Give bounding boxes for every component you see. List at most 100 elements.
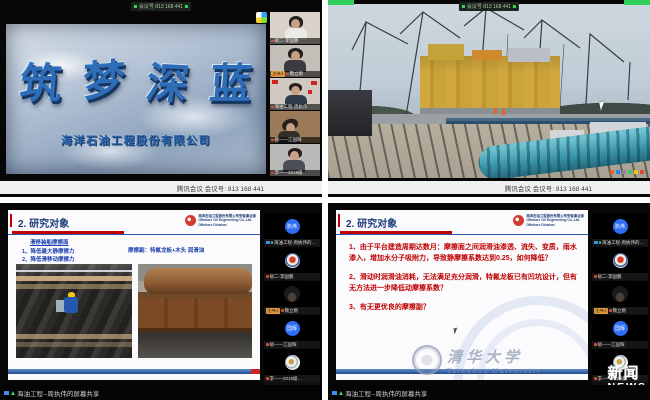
upload-arrow-icon: [11, 391, 15, 395]
share-bar-text: 海油工程--周执伟的屏幕共享: [345, 388, 427, 398]
video-tile[interactable]: 主持人 魏立刚: [270, 45, 320, 77]
company-org-text: 海洋石油工程股份有限公司安装事业部 Offshore Oil Engineeri…: [526, 214, 584, 227]
participant-name: 海油工程-周执伟的…: [274, 240, 316, 246]
participant-label: 硕——江国辉: [264, 341, 320, 348]
friction-heading: 滑移装船摩擦面: [30, 239, 75, 248]
tray-icon[interactable]: [628, 170, 632, 174]
friction-surface-text: 滑移装船摩擦面 1、降低最大静摩擦力 2、降低滑移动摩擦力: [22, 239, 75, 265]
meeting-window-shipyard: 会议号 813 168 441: [328, 0, 650, 197]
company-emblem-icon: [513, 215, 524, 226]
tray-icon[interactable]: [622, 170, 626, 174]
meeting-window-research-photos: 2. 研究对象 海洋石油工程股份有限公司安装事业部 Offshore Oil E…: [0, 203, 322, 400]
question-3: 3、有无更优良的摩擦副？: [349, 303, 579, 314]
participant-tile[interactable]: [264, 349, 320, 375]
video-thumbnail-column: 硕二-李国鹏 主持人 魏立刚: [270, 12, 320, 177]
tsinghua-en-text: Tsinghua University: [447, 367, 542, 375]
host-badge: 主持人: [271, 71, 285, 77]
mic-muted-icon: [286, 73, 289, 76]
slide-bottom-bar: [8, 369, 260, 374]
worker-photo: [16, 264, 132, 358]
slide-heading: 2. 研究对象: [346, 215, 397, 230]
video-tile[interactable]: 硕二-李国鹏: [270, 12, 320, 44]
participant-tile[interactable]: 国辉: [264, 315, 320, 341]
platform-module: [472, 50, 502, 60]
tsinghua-cn-text: 清华大学: [447, 346, 542, 367]
flag-decor: [308, 90, 312, 94]
photo-detail: [16, 334, 132, 339]
worker-figure: [64, 297, 78, 313]
host-badge: 主持人: [266, 308, 280, 314]
video-tile-label: 硕二-李国鹏: [270, 38, 320, 44]
photo-detail: [138, 298, 252, 332]
video-tile-label: 主持人 魏立刚: [270, 71, 320, 77]
participant-label: 硕二-李国鹏: [264, 273, 320, 280]
slide-bar-marker: [251, 369, 260, 374]
tray-icon[interactable]: [640, 170, 644, 174]
meeting-id-text: 会议号 813 168 441: [467, 3, 511, 10]
participant-tile[interactable]: [592, 281, 648, 307]
green-indicator-bar: [624, 0, 650, 5]
mic-muted-icon: [594, 343, 597, 346]
avatar-photo: [284, 286, 300, 302]
meeting-footer-text: 腾讯会议 会议号: 813 168 441: [505, 183, 592, 193]
participant-name: 李——2019级: [275, 170, 303, 176]
screen-share-icon: [266, 241, 270, 244]
meeting-id-badge: 会议号 813 168 441: [131, 2, 191, 11]
tray-icon[interactable]: [610, 170, 614, 174]
workers-in-orange: [494, 108, 497, 114]
dark-steel-structure: [328, 90, 372, 136]
participant-name: 硕二-李国鹏: [598, 274, 622, 280]
recording-dot: [462, 5, 465, 8]
meeting-id-text: 会议号 813 168 441: [139, 3, 183, 10]
participant-tile[interactable]: [264, 247, 320, 273]
header-accent-bar: [10, 214, 12, 227]
company-emblem-icon: [185, 215, 196, 226]
video-tile-label: 硕——江国辉: [270, 137, 320, 143]
video-tile[interactable]: 海油工程-周执伟: [270, 78, 320, 110]
participant-tile[interactable]: [592, 247, 648, 273]
participant-label: 李——2019级…: [264, 375, 320, 382]
tsinghua-watermark: 清华大学 Tsinghua University: [412, 345, 542, 375]
platform-topside-module: [420, 56, 560, 114]
participant-tile[interactable]: 执伟: [264, 213, 320, 239]
mic-muted-icon: [271, 106, 274, 109]
mic-muted-icon: [266, 275, 269, 278]
avatar-crest-icon: [285, 253, 300, 268]
participant-label: 主持人 魏立刚: [592, 307, 648, 314]
meeting-window-research-questions: 2. 研究对象 海洋石油工程股份有限公司安装事业部 Offshore Oil E…: [328, 203, 650, 400]
participant-name: 海油工程-周执伟: [275, 104, 308, 110]
screen-share-status-bar: 海油工程--周执伟的屏幕共享: [0, 385, 322, 400]
mic-muted-icon: [594, 377, 597, 380]
participant-tile[interactable]: 执伟: [592, 213, 648, 239]
upload-arrow-icon: [339, 391, 343, 395]
participant-name: 硕——江国辉: [270, 342, 297, 348]
title-char: 深: [143, 49, 193, 112]
photo-detail: [16, 270, 132, 272]
meeting-id-badge: 会议号 813 168 441: [459, 2, 519, 11]
avatar: 国辉: [285, 321, 300, 336]
participant-tile[interactable]: 国辉: [592, 315, 648, 341]
participant-sidebar: 执伟 海油工程-周执伟的… 硕二-李国鹏 主持人 魏立刚: [592, 213, 648, 385]
participant-label: 硕——江国辉: [592, 341, 648, 348]
participant-name: 硕——江国辉: [275, 137, 302, 143]
tray-icon[interactable]: [616, 170, 620, 174]
avatar: 执伟: [613, 219, 628, 234]
screen-share-icon: [332, 391, 337, 395]
green-indicator-bar: [328, 0, 354, 5]
tencent-meeting-footer: 腾讯会议 会议号: 813 168 441: [0, 181, 322, 194]
photo-detail: [144, 268, 252, 294]
tsinghua-seal-icon: [412, 345, 442, 375]
video-tile[interactable]: 李——2019级: [270, 144, 320, 176]
company-org-text: 海洋石油工程股份有限公司安装事业部 Offshore Oil Engineeri…: [198, 214, 256, 227]
participant-name: 魏立刚: [613, 308, 627, 314]
participant-name: 硕二-李国鹏: [270, 274, 294, 280]
video-tile[interactable]: 硕——江国辉: [270, 111, 320, 143]
system-tray-icons[interactable]: [610, 170, 644, 174]
mic-muted-icon: [266, 343, 269, 346]
host-badge: 主持人: [594, 308, 608, 314]
tray-icon[interactable]: [634, 170, 638, 174]
mic-muted-icon: [271, 40, 274, 43]
slide-heading: 2. 研究对象: [18, 215, 69, 230]
research-questions: 1、由于平台建造周期达数月：摩擦面之间润滑油渗透、流失、变质，雨水渗入，增加水分…: [349, 243, 579, 314]
participant-tile[interactable]: [264, 281, 320, 307]
